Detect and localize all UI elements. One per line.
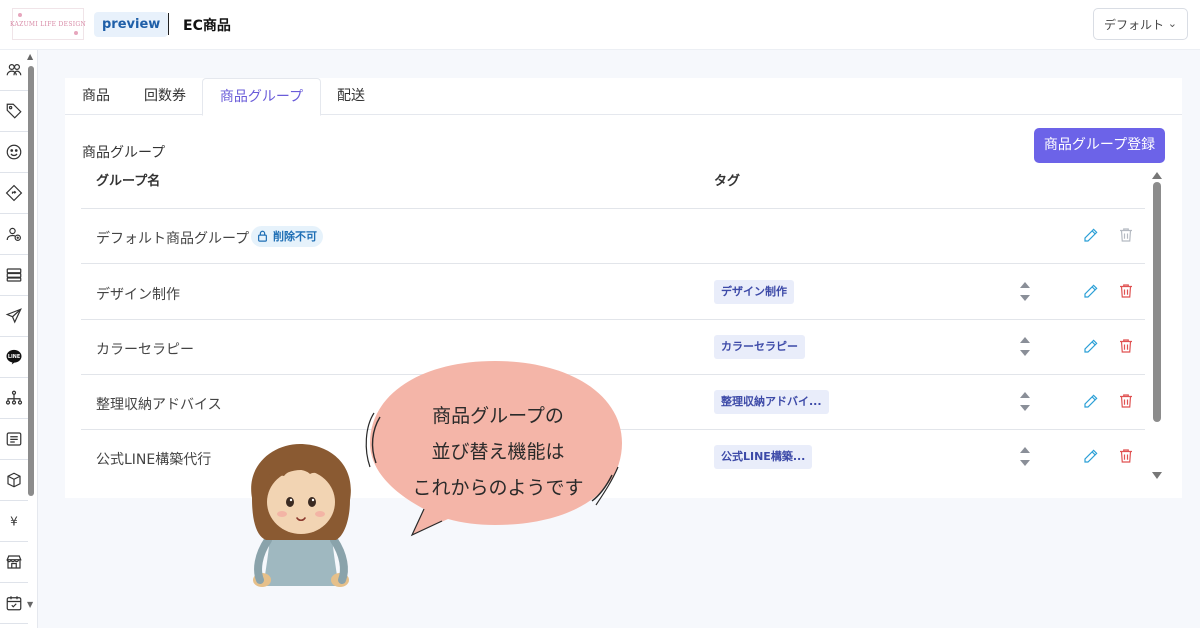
section-title: 商品グループ [82,145,166,161]
register-group-button[interactable]: 商品グループ登録 [1034,128,1165,163]
tab-products[interactable]: 商品 [71,78,121,115]
logo[interactable]: KAZUMI LIFE DESIGN [9,8,87,40]
tag-chip: デザイン制作 [714,280,794,304]
header-divider [168,13,169,35]
edit-icon[interactable] [1082,447,1100,465]
speech-line: これからのようです [412,477,584,499]
sort-down-icon[interactable] [1020,295,1030,301]
account-selector-value: デフォルト [1104,17,1165,32]
line-icon: LINE [6,349,22,365]
group-name: 公式LINE構築代行 [96,452,212,468]
scrollbar-thumb[interactable] [1153,182,1161,422]
speech-line: 商品グループの [432,405,564,427]
trash-icon[interactable] [1117,392,1135,410]
table-row: デザイン制作 デザイン制作 [81,265,1145,320]
sort-down-icon[interactable] [1020,350,1030,356]
scroll-down-icon[interactable] [1152,472,1162,479]
sort-up-icon[interactable] [1020,447,1030,453]
sort-handle[interactable] [1020,281,1032,305]
sidebar-item-broadcast[interactable] [0,296,28,337]
mascot-character-icon [251,444,351,587]
sidebar-item-routes[interactable] [0,173,28,214]
edit-icon[interactable] [1082,392,1100,410]
sidebar-item-reactions[interactable] [0,132,28,173]
edit-icon[interactable] [1082,337,1100,355]
trash-icon[interactable] [1117,447,1135,465]
sort-handle[interactable] [1020,446,1032,470]
store-icon [6,555,22,569]
box-icon [7,472,21,488]
group-name: カラーセラピー [96,342,194,358]
sort-up-icon[interactable] [1020,282,1030,288]
logo-text: KAZUMI LIFE DESIGN [9,20,87,28]
table-row: デフォルト商品グループ 削除不可 [81,209,1145,264]
tag-chip: 公式LINE構築... [714,445,813,469]
trash-icon [1120,228,1132,242]
sidebar-item-shop[interactable] [0,542,28,583]
account-selector[interactable]: デフォルト ⌄ [1093,8,1188,40]
sidebar-scrollbar[interactable] [28,66,34,496]
sitemap-icon [5,390,23,405]
sidebar-item-line[interactable]: LINE [0,337,28,378]
undeletable-badge: 削除不可 [251,226,323,247]
sidebar-item-friends[interactable] [0,50,28,91]
sort-down-icon[interactable] [1020,460,1030,466]
undeletable-label: 削除不可 [273,230,317,243]
svg-text:¥: ¥ [10,515,18,529]
users-icon [6,64,22,76]
sidebar-item-reservations[interactable] [0,583,28,624]
sort-up-icon[interactable] [1020,392,1030,398]
tab-bar: 商品 回数券 商品グループ 配送 [65,78,1182,116]
list-icon [6,268,22,282]
send-icon [5,308,22,324]
sidebar-item-products[interactable] [0,460,28,501]
yen-icon: ¥ [10,515,18,529]
svg-text:LINE: LINE [8,354,20,360]
sort-up-icon[interactable] [1020,337,1030,343]
sidebar-item-tags[interactable] [0,91,28,132]
trash-icon[interactable] [1117,282,1135,300]
sidebar-item-payments[interactable]: ¥ [0,501,28,542]
tab-shipping[interactable]: 配送 [329,78,373,115]
sort-handle[interactable] [1020,336,1032,360]
sidebar: ▲ ▼ LINE ¥ [0,50,38,628]
speech-line: 並び替え機能は [431,441,565,463]
sidebar-item-storage[interactable] [0,255,28,296]
tag-icon [6,103,22,119]
group-name: デザイン制作 [96,287,180,303]
lock-icon [258,230,267,242]
sort-handle[interactable] [1020,391,1032,415]
logo-dot [18,13,22,17]
user-add-icon [6,227,21,241]
scroll-up-icon[interactable] [1152,172,1162,179]
sidebar-item-forms[interactable] [0,419,28,460]
column-header-tag: タグ [714,174,741,189]
sidebar-item-add-member[interactable] [0,214,28,255]
env-badge: preview [94,12,169,37]
sidebar-item-structure[interactable] [0,378,28,419]
table-scrollbar[interactable] [1150,170,1164,485]
group-name: デフォルト商品グループ [96,231,250,247]
trash-icon[interactable] [1117,337,1135,355]
column-header-name: グループ名 [96,174,161,189]
smile-icon [6,144,22,160]
tag-chip: 整理収納アドバイ... [714,390,829,414]
tab-product-groups[interactable]: 商品グループ [202,78,321,116]
logo-dot [74,31,78,35]
calendar-check-icon [6,596,22,611]
diamond-icon [5,184,23,202]
chevron-down-icon: ⌄ [1167,17,1177,30]
tag-chip: カラーセラピー [714,335,805,359]
tab-coupons[interactable]: 回数券 [133,78,197,115]
top-bar: KAZUMI LIFE DESIGN preview EC商品 デフォルト ⌄ [0,0,1200,50]
edit-icon[interactable] [1082,282,1100,300]
edit-icon[interactable] [1082,226,1100,244]
page-title: EC商品 [183,18,231,34]
speech-bubble-text: 商品グループの 並び替え機能は これからのようです [380,398,616,506]
document-icon [6,432,22,446]
group-name: 整理収納アドバイス [96,397,222,413]
sort-down-icon[interactable] [1020,405,1030,411]
